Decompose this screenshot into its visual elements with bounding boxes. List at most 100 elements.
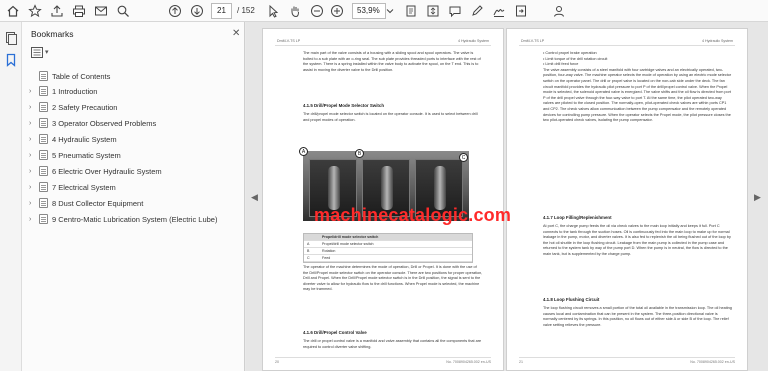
section-heading: 4.1.8 Loop Flushing Circuit	[543, 297, 600, 302]
previous-page-arrow-icon[interactable]: ◀	[251, 192, 258, 203]
section-heading: 4.1.6 Drill/Propel Control Valve	[303, 330, 367, 335]
toolbar: 21 / 152 53,9%	[0, 0, 768, 22]
comment-icon[interactable]	[448, 3, 462, 19]
body-text-block: The loop flushing circuit removes a smal…	[543, 306, 732, 327]
bookmark-label: 1 Introduction	[52, 86, 98, 96]
chevron-right-icon[interactable]: ›	[29, 184, 35, 191]
chevron-right-icon[interactable]: ›	[29, 168, 35, 175]
next-page-icon[interactable]	[190, 3, 204, 19]
bookmark-options-button[interactable]: ▾	[31, 46, 55, 58]
section-heading: 4.1.7 Loop Filling/Replenishment	[543, 215, 612, 220]
bookmark-page-icon	[39, 214, 48, 224]
bookmark-label: 2 Safety Precaution	[52, 102, 118, 112]
table-row: C Feed	[304, 255, 472, 262]
close-icon[interactable]: ✕	[232, 28, 240, 39]
list-options-icon	[31, 46, 43, 58]
bookmark-item-electrical-system[interactable]: › 7 Electrical System	[22, 180, 245, 194]
highlight-pen-icon[interactable]	[470, 3, 484, 19]
page-thumbnails-icon[interactable]	[4, 31, 18, 45]
bookmark-label: 8 Dust Collector Equipment	[52, 198, 144, 208]
bookmark-page-icon	[39, 134, 48, 144]
header-rule	[519, 45, 735, 46]
chevron-right-icon[interactable]: ›	[29, 88, 35, 95]
bookmark-page-icon	[39, 150, 48, 160]
select-cursor-icon[interactable]	[266, 3, 280, 19]
bookmark-page-icon	[39, 102, 48, 112]
body-text-block: • Control propel brake operation • Limit …	[543, 51, 732, 123]
chevron-right-icon[interactable]: ›	[29, 216, 35, 223]
bookmark-item-dust-collector[interactable]: › 8 Dust Collector Equipment	[22, 196, 245, 210]
bookmark-item-hydraulic-system[interactable]: › 4 Hydraulic System	[22, 132, 245, 146]
body-text-block: The main part of the valve consists of a…	[303, 51, 481, 72]
bookmark-label: 9 Centro-Matic Lubrication System (Elect…	[52, 214, 218, 224]
bookmark-item-operator-observed-problems[interactable]: › 3 Operator Observed Problems	[22, 116, 245, 130]
scroll-mode-icon[interactable]	[426, 3, 440, 19]
bookmark-page-icon	[39, 198, 48, 208]
mail-icon[interactable]	[94, 3, 108, 19]
bookmark-page-icon	[39, 182, 48, 192]
home-icon[interactable]	[6, 3, 20, 19]
hand-tool-icon[interactable]	[288, 3, 302, 19]
bookmark-label: 3 Operator Observed Problems	[52, 118, 157, 128]
page-header-left: DmM-V-TS LP	[277, 39, 301, 43]
callout-table: Propel/drill mode selector switch A Prope…	[303, 233, 473, 263]
bookmark-label: 6 Electric Over Hydraulic System	[52, 166, 162, 176]
joystick-knob	[328, 166, 340, 210]
bookmark-item-safety-precaution[interactable]: › 2 Safety Precaution	[22, 100, 245, 114]
chevron-right-icon[interactable]: ›	[29, 152, 35, 159]
header-rule	[275, 45, 491, 46]
chevron-right-icon[interactable]: ›	[29, 136, 35, 143]
zoom-dropdown-chevron-down-icon[interactable]	[386, 3, 394, 19]
zoom-out-icon[interactable]	[310, 3, 324, 19]
watermark-text: machinecatalogic.com	[314, 205, 512, 225]
document-page-left: DmM-V-TS LP 4 Hydraulic System The main …	[262, 28, 504, 371]
page-footer: 21 No. 7008904265.002 en-US	[519, 357, 735, 364]
zoom-level-input[interactable]: 53,9%	[352, 3, 386, 19]
table-row: A Propel/drill mode selector switch	[304, 241, 472, 248]
bookmark-item-centro-matic-lubrication[interactable]: › 9 Centro-Matic Lubrication System (Ele…	[22, 212, 245, 226]
page-number-input[interactable]: 21	[211, 3, 232, 19]
bookmark-item-pneumatic-system[interactable]: › 5 Pneumatic System	[22, 148, 245, 162]
bookmark-page-icon	[39, 118, 48, 128]
fit-page-icon[interactable]	[404, 3, 418, 19]
previous-page-icon[interactable]	[168, 3, 182, 19]
bookmark-label: 5 Pneumatic System	[52, 150, 121, 160]
page-footer: 20 No. 7008904265.002 en-US	[275, 357, 491, 364]
body-text-block: The operator of the machine determines t…	[303, 265, 483, 292]
bookmarks-panel: Bookmarks ✕ ▾ Table of Contents › 1 Intr…	[22, 22, 245, 371]
photo-callout-a: A	[299, 147, 308, 156]
chevron-down-icon: ▾	[45, 49, 49, 56]
body-text-block: At port C, the charge pump feeds the oil…	[543, 224, 731, 256]
body-text-block: The drill or propel control valve is a m…	[303, 339, 482, 349]
print-icon[interactable]	[72, 3, 86, 19]
zoom-search-icon[interactable]	[116, 3, 130, 19]
bookmarks-ribbon-icon[interactable]	[4, 53, 18, 67]
section-heading: 4.1.5 Drill/Propel Mode Selector Switch	[303, 103, 385, 108]
zoom-in-icon[interactable]	[330, 3, 344, 19]
chevron-right-icon[interactable]: ›	[29, 104, 35, 111]
bookmark-star-icon[interactable]	[28, 3, 42, 19]
body-text-block: The drill/propel mode selector switch is…	[303, 112, 478, 122]
page-header-right: 4 Hydraulic System	[458, 39, 489, 43]
page-total: / 152	[237, 6, 255, 15]
bookmark-label: 4 Hydraulic System	[52, 134, 117, 144]
bookmark-label: 7 Electrical System	[52, 182, 116, 192]
page-header-left: DmM-V-TS LP	[521, 39, 545, 43]
bookmark-page-icon	[39, 86, 48, 96]
share-user-icon[interactable]	[552, 3, 566, 19]
bookmark-item-electric-over-hydraulic[interactable]: › 6 Electric Over Hydraulic System	[22, 164, 245, 178]
document-viewport[interactable]: ◀ ▶ DmM-V-TS LP 4 Hydraulic System The m…	[246, 22, 768, 371]
export-icon[interactable]	[514, 3, 528, 19]
photo-callout-b: B	[355, 149, 364, 158]
bookmark-label: Table of Contents	[52, 71, 111, 81]
bookmark-item-introduction[interactable]: › 1 Introduction	[22, 84, 245, 98]
bookmark-page-icon	[39, 71, 48, 81]
next-page-arrow-icon[interactable]: ▶	[754, 192, 761, 203]
bookmark-item-table-of-contents[interactable]: Table of Contents	[22, 69, 245, 83]
chevron-right-icon[interactable]: ›	[29, 200, 35, 207]
upload-icon[interactable]	[50, 3, 64, 19]
table-header-row: Propel/drill mode selector switch	[304, 234, 472, 241]
chevron-right-icon[interactable]: ›	[29, 120, 35, 127]
bookmark-page-icon	[39, 166, 48, 176]
sign-icon[interactable]	[492, 3, 506, 19]
